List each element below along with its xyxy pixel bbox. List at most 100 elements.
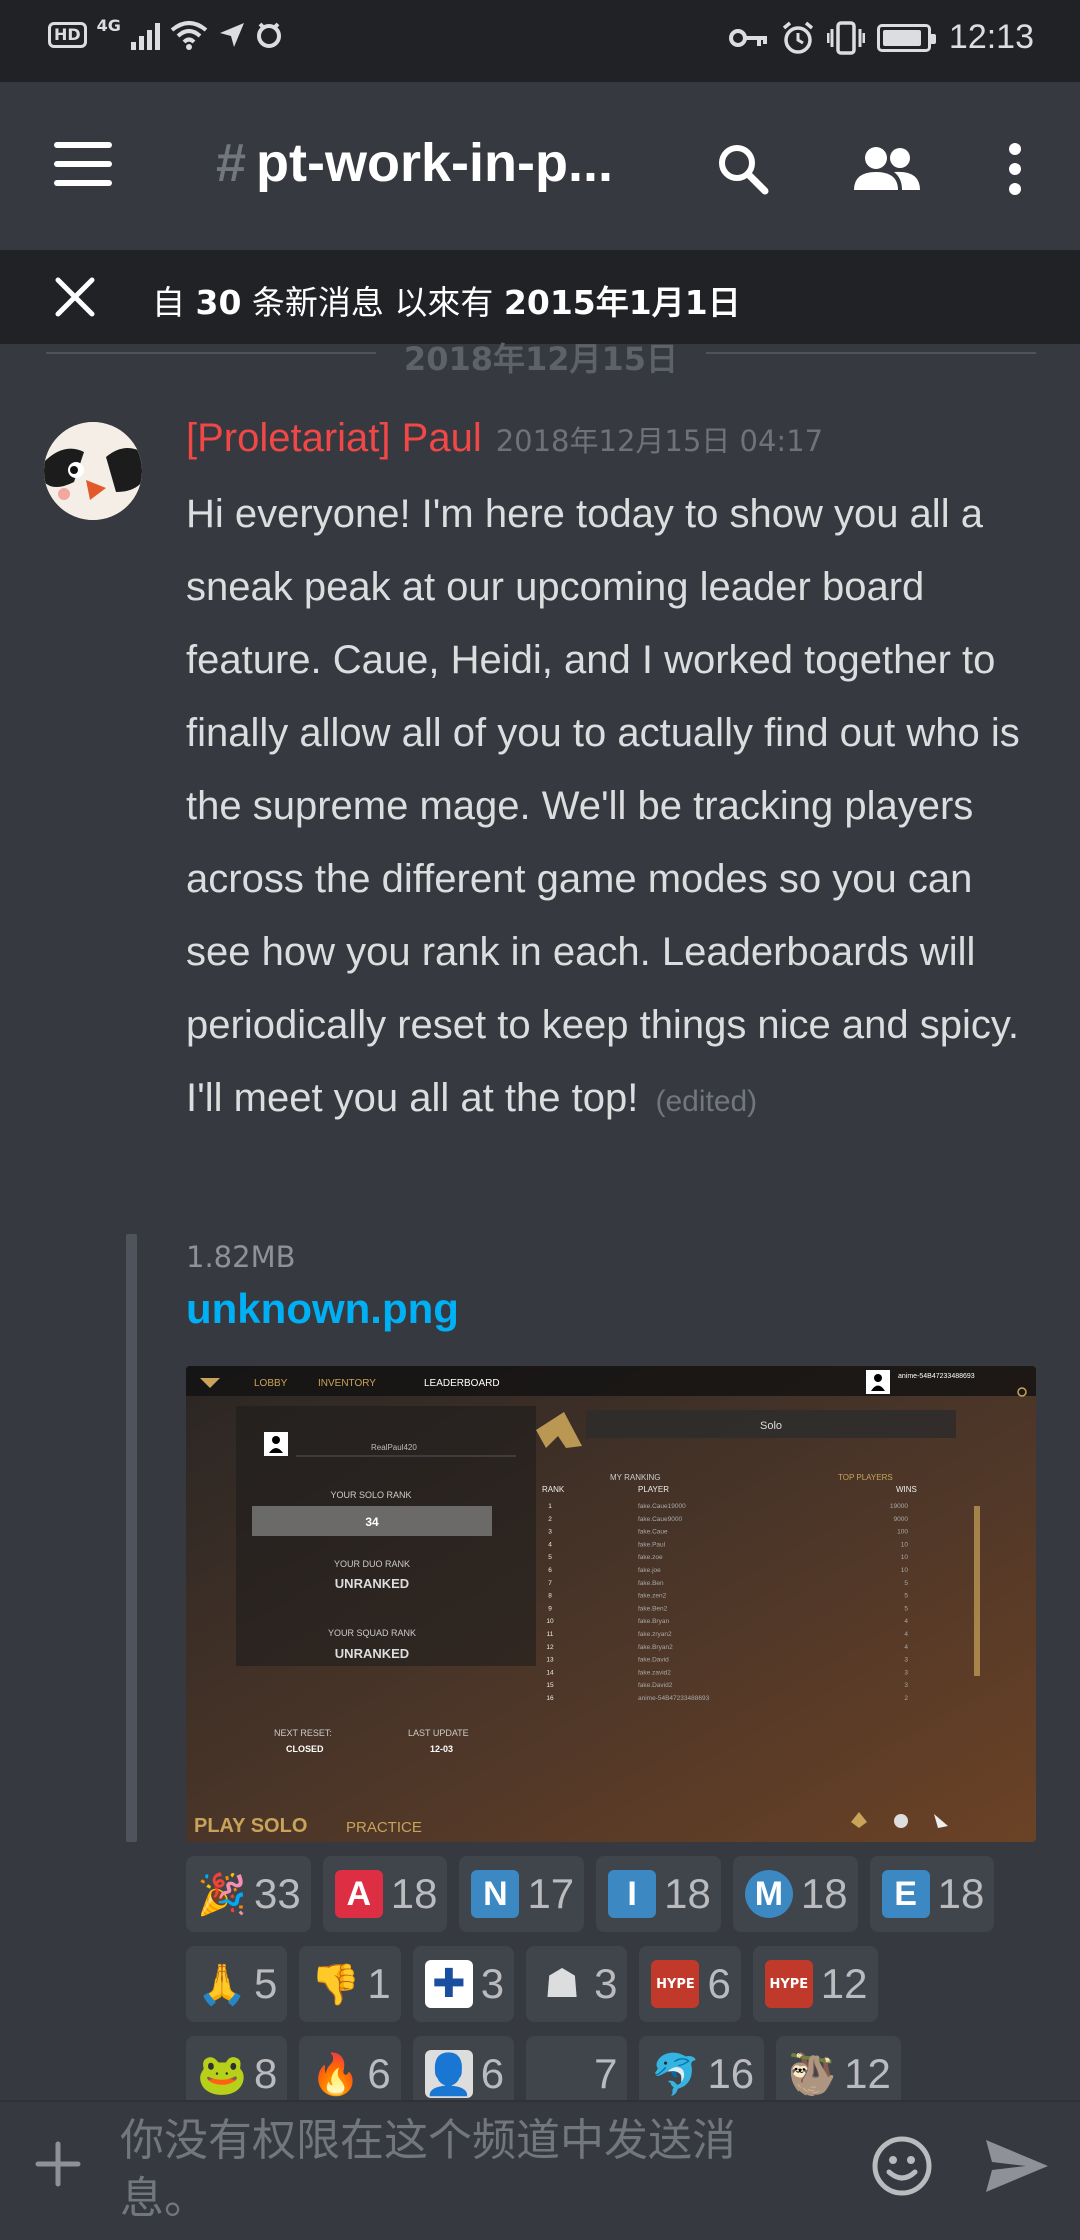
reaction-count: 6 (480, 2050, 505, 2097)
reaction-button[interactable]: HYPE 6 (639, 1946, 741, 2022)
reaction-button[interactable]: HYPE 12 (752, 1946, 878, 2022)
game-row-wins: 100 (897, 1529, 908, 1536)
members-icon[interactable] (852, 134, 922, 204)
green-fire-icon: 🔥 (310, 2051, 361, 2098)
emoji-icon[interactable] (870, 2134, 934, 2198)
new-messages-count: 30 (195, 283, 242, 322)
game-row-rank: 11 (547, 1631, 554, 1638)
game-row-player: fake.David (638, 1657, 669, 1664)
attachment-filename-link[interactable]: unknown.png (186, 1285, 459, 1333)
reaction-button[interactable]: I 18 (596, 1856, 721, 1932)
game-squad-rank-label: YOUR SQUAD RANK (328, 1628, 416, 1638)
reaction-count: 18 (390, 1870, 438, 1917)
attachment-image[interactable]: LOBBY INVENTORY LEADERBOARD anime-54B472… (186, 1366, 1036, 1842)
status-left: HD 4G (48, 16, 282, 50)
reaction-button[interactable]: 👎 1 (299, 1946, 401, 2022)
game-squad-rank: UNRANKED (335, 1646, 409, 1661)
game-practice-button[interactable]: PRACTICE (346, 1819, 422, 1836)
game-scrollbar[interactable] (974, 1506, 980, 1676)
game-row-wins: 5 (904, 1605, 908, 1612)
new-messages-prefix: 自 (152, 283, 196, 322)
reaction-count: 6 (707, 1960, 731, 2007)
game-row-rank: 4 (548, 1541, 552, 1548)
status-bar: HD 4G 12:13 (0, 0, 1080, 82)
game-row-wins: 5 (904, 1580, 908, 1587)
shadow-figure-icon: 👤 (423, 2050, 474, 2098)
game-col-player: PLAYER (638, 1485, 669, 1494)
game-play-solo-button[interactable]: PLAY SOLO (194, 1815, 307, 1837)
game-nav-leaderboard[interactable]: LEADERBOARD (424, 1378, 500, 1389)
message-text-block: Hi everyone! I'm here today to show you … (186, 478, 1046, 1138)
menu-icon[interactable] (54, 142, 112, 186)
folded-hands-icon: 🙏 (197, 1961, 247, 2008)
game-row-wins: 4 (904, 1618, 908, 1625)
game-row-wins: 2 (904, 1695, 908, 1702)
reaction-count: 12 (820, 1960, 868, 2007)
game-row-player: fake.Caue (638, 1529, 668, 1536)
game-duo-rank-label: YOUR DUO RANK (334, 1559, 410, 1569)
game-row-rank: 10 (546, 1618, 554, 1625)
reaction-count: 33 (254, 1870, 301, 1917)
send-icon[interactable] (982, 2136, 1052, 2196)
plus-icon[interactable] (32, 2138, 84, 2190)
search-icon[interactable] (708, 134, 778, 204)
game-row-player: fake.David2 (638, 1682, 673, 1689)
reaction-count: 18 (664, 1870, 711, 1917)
hype-sloth-icon: HYPE (764, 1960, 813, 2008)
reaction-count: 3 (594, 1960, 618, 2007)
message-text: Hi everyone! I'm here today to show you … (186, 492, 1020, 1120)
game-row-wins: 9000 (894, 1516, 909, 1523)
new-messages-middle: 条新消息 以來有 (241, 283, 504, 322)
letter-a-icon: A (334, 1870, 383, 1918)
game-nav-lobby[interactable]: LOBBY (254, 1378, 288, 1389)
alarm-icon (782, 21, 814, 54)
reaction-count: 18 (937, 1870, 985, 1917)
game-row-rank: 5 (548, 1554, 552, 1561)
reaction-count: 8 (254, 2050, 278, 2097)
new-messages-bar[interactable]: 自 30 条新消息 以來有 2015年1月1日 (0, 250, 1080, 344)
reaction-button[interactable]: N 17 (459, 1856, 585, 1932)
reaction-button[interactable]: A 18 (322, 1856, 448, 1932)
game-swirl-icon[interactable] (894, 1814, 908, 1828)
game-row-player: fake.zavid2 (638, 1669, 671, 1676)
game-row-rank: 13 (546, 1657, 554, 1664)
blank-emoji-icon (538, 2050, 586, 2098)
game-col-wins: WINS (896, 1485, 917, 1494)
thumbs-down-icon: 👎 (310, 1961, 361, 2008)
game-row-wins: 3 (904, 1669, 908, 1676)
reaction-button[interactable]: 🎉 33 (186, 1856, 311, 1932)
reaction-count: 12 (844, 2050, 891, 2097)
reaction-button[interactable]: ☗ 3 (526, 1946, 628, 2022)
avatar[interactable] (44, 422, 142, 520)
alarm-shield-icon (256, 22, 281, 48)
game-solo-rank: 34 (365, 1515, 379, 1529)
location-icon (219, 23, 244, 47)
reaction-button[interactable]: 🙏 5 (186, 1946, 288, 2022)
game-row-player: fake.Ben2 (638, 1605, 668, 1612)
game-row-rank: 6 (548, 1567, 552, 1574)
game-row-wins: 4 (904, 1644, 908, 1651)
game-row-wins: 3 (904, 1682, 908, 1689)
reaction-button[interactable]: E 18 (869, 1856, 995, 1932)
reaction-count: 17 (527, 1870, 575, 1917)
channel-hash-icon: # (216, 133, 247, 193)
game-row-player: fake.Caue9000 (638, 1516, 682, 1523)
reaction-row: 🙏 5 👎 1 ✚ 3 ☗ 3 HYPE 6 HYPE 12 (186, 1946, 1046, 2022)
reaction-count: 18 (800, 1870, 848, 1917)
more-icon[interactable] (980, 134, 1050, 204)
game-row-rank: 3 (548, 1529, 552, 1536)
close-icon[interactable] (52, 274, 98, 320)
composer-placeholder[interactable]: 你没有权限在这个频道中发送消息。 (120, 2112, 820, 2228)
message-author[interactable]: [Proletariat] Paul (186, 416, 482, 460)
edited-label: (edited) (655, 1085, 758, 1118)
game-row-player: fake.Ben (638, 1580, 664, 1587)
reaction-button[interactable]: ✚ 3 (412, 1946, 515, 2022)
game-mode-tab[interactable]: Solo (760, 1420, 782, 1432)
game-row-player: fake.zen2 (638, 1593, 667, 1600)
signal-icon (130, 20, 160, 50)
game-nav-inventory[interactable]: INVENTORY (318, 1378, 376, 1389)
key-icon (728, 28, 767, 47)
reaction-button[interactable]: M 18 (732, 1856, 858, 1932)
finland-flag-icon: ✚ (424, 1960, 473, 2008)
date-divider-label: 2018年12月15日 (403, 340, 679, 378)
